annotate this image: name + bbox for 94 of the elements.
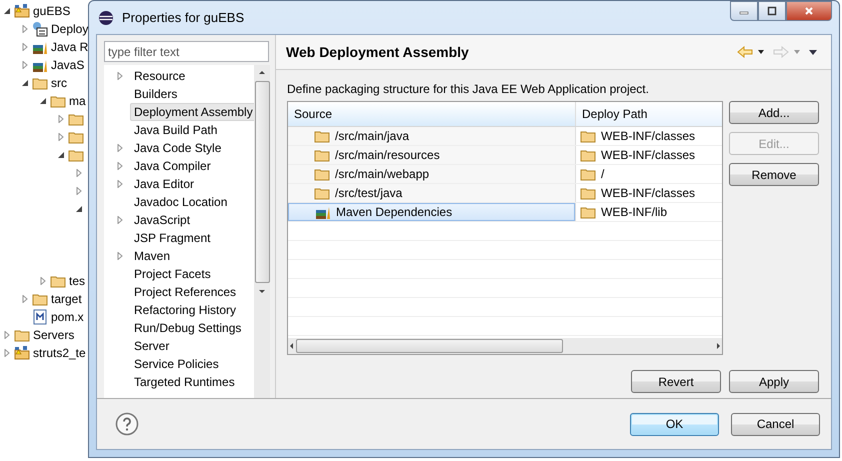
minimize-button[interactable]	[730, 1, 758, 21]
vertical-scrollbar[interactable]	[254, 65, 270, 398]
source-cell[interactable]: /src/main/java	[288, 127, 575, 145]
expanded-arrow-icon[interactable]	[3, 7, 11, 15]
column-header[interactable]: Deploy Path	[575, 102, 722, 126]
property-page-item[interactable]: Deployment Assembly	[130, 103, 254, 121]
property-page-item[interactable]: Targeted Runtimes	[130, 373, 239, 391]
collapsed-arrow-icon[interactable]	[21, 43, 29, 51]
tree-item-label[interactable]: Deploy	[51, 22, 88, 36]
scroll-down-icon[interactable]	[258, 287, 266, 295]
collapsed-arrow-icon[interactable]	[116, 72, 124, 80]
filter-field[interactable]: type filter text	[104, 41, 269, 62]
tree-item-label[interactable]: ma	[69, 94, 86, 108]
tree-item-label[interactable]: struts2_te	[33, 346, 86, 360]
expanded-arrow-icon[interactable]	[21, 79, 29, 87]
scroll-up-icon[interactable]	[258, 69, 266, 77]
property-page-item[interactable]: JSP Fragment	[130, 229, 214, 247]
scrollbar-thumb[interactable]	[296, 339, 563, 353]
web-descriptor-icon	[32, 21, 48, 37]
source-cell[interactable]: /src/test/java	[288, 184, 575, 202]
deploy-path-cell[interactable]: WEB-INF/lib	[575, 203, 722, 221]
property-page-item[interactable]: Javadoc Location	[130, 193, 232, 211]
property-page-item[interactable]: Project References	[130, 283, 240, 301]
deploy-path-cell[interactable]: WEB-INF/classes	[575, 146, 722, 164]
expanded-arrow-icon[interactable]	[75, 205, 83, 213]
collapsed-arrow-icon[interactable]	[116, 162, 124, 170]
property-page-item[interactable]: Builders	[130, 85, 182, 103]
table-action-button[interactable]: Remove	[729, 163, 819, 186]
property-page-item[interactable]: Java Code Style	[130, 139, 226, 157]
property-page-item[interactable]: JavaScript	[130, 211, 194, 229]
dialog-button[interactable]: Cancel	[731, 412, 820, 436]
tree-item-label[interactable]: src	[51, 76, 67, 90]
collapsed-arrow-icon[interactable]	[39, 277, 47, 285]
maximize-icon	[767, 6, 777, 16]
property-page-item[interactable]: Project Facets	[130, 265, 215, 283]
collapsed-arrow-icon[interactable]	[3, 349, 11, 357]
property-page-item[interactable]: Java Build Path	[130, 121, 222, 139]
collapsed-arrow-icon[interactable]	[75, 187, 83, 195]
view-menu-icon[interactable]	[809, 48, 817, 56]
page-action-button[interactable]: Revert	[631, 370, 721, 393]
scroll-left-icon[interactable]	[288, 342, 296, 350]
dialog-button[interactable]: OK	[630, 412, 719, 436]
collapsed-arrow-icon[interactable]	[116, 252, 124, 260]
tree-item-label[interactable]: Servers	[33, 328, 74, 342]
collapsed-arrow-icon[interactable]	[3, 331, 11, 339]
eclipse-logo-icon	[98, 10, 114, 26]
scrollbar-thumb[interactable]	[254, 81, 270, 283]
deploy-path-cell[interactable]: WEB-INF/classes	[575, 184, 722, 202]
collapsed-arrow-icon[interactable]	[21, 61, 29, 69]
tree-item-label[interactable]: target	[51, 292, 82, 306]
maximize-button[interactable]	[758, 1, 786, 21]
property-page-item[interactable]: Resource	[130, 67, 190, 85]
tree-item-label[interactable]: guEBS	[33, 4, 70, 18]
tree-item-label[interactable]: Java R	[51, 40, 88, 54]
property-page-item[interactable]: Maven	[130, 247, 174, 265]
collapsed-arrow-icon[interactable]	[57, 133, 65, 141]
collapsed-arrow-icon[interactable]	[57, 115, 65, 123]
collapsed-arrow-icon[interactable]	[116, 216, 124, 224]
scroll-right-icon[interactable]	[714, 342, 722, 350]
source-cell[interactable]: Maven Dependencies	[288, 203, 575, 221]
tree-item-label[interactable]: JavaS	[51, 58, 84, 72]
expanded-arrow-icon[interactable]	[57, 151, 65, 159]
tree-item-label[interactable]: pom.x	[51, 310, 84, 324]
page-action-button[interactable]: Apply	[729, 370, 819, 393]
horizontal-scrollbar[interactable]	[288, 338, 722, 354]
deploy-path-cell[interactable]: /	[575, 165, 722, 183]
project-folder-icon	[14, 345, 30, 361]
page-title: Web Deployment Assembly	[286, 44, 469, 60]
property-page-item[interactable]: Service Policies	[130, 355, 223, 373]
page-description: Define packaging structure for this Java EE Web Application project.	[287, 82, 650, 96]
close-button[interactable]	[786, 1, 832, 21]
maven-file-icon	[32, 309, 48, 325]
collapsed-arrow-icon[interactable]	[116, 144, 124, 152]
source-cell[interactable]: /src/main/resources	[288, 146, 575, 164]
deploy-path-cell[interactable]: WEB-INF/classes	[575, 127, 722, 145]
dropdown-icon[interactable]	[757, 48, 765, 56]
window-title: Properties for guEBS	[122, 10, 244, 25]
source-cell[interactable]: /src/main/webapp	[288, 165, 575, 183]
collapsed-arrow-icon[interactable]	[116, 180, 124, 188]
collapsed-arrow-icon[interactable]	[21, 25, 29, 33]
forward-arrow-icon[interactable]	[773, 46, 789, 58]
property-page-item[interactable]: Run/Debug Settings	[130, 319, 246, 337]
collapsed-arrow-icon[interactable]	[75, 169, 83, 177]
property-page-item[interactable]: Refactoring History	[130, 301, 240, 319]
property-page-item[interactable]: Java Compiler	[130, 157, 215, 175]
close-icon	[804, 6, 814, 16]
property-page-item[interactable]: Server	[130, 337, 174, 355]
help-icon[interactable]	[115, 412, 139, 436]
expanded-arrow-icon[interactable]	[39, 97, 47, 105]
tree-item-label[interactable]: tes	[69, 274, 86, 288]
collapsed-arrow-icon[interactable]	[21, 295, 29, 303]
project-folder-icon	[14, 3, 30, 19]
table-action-button[interactable]: Add...	[729, 101, 819, 124]
property-page-item[interactable]: Java Editor	[130, 175, 198, 193]
